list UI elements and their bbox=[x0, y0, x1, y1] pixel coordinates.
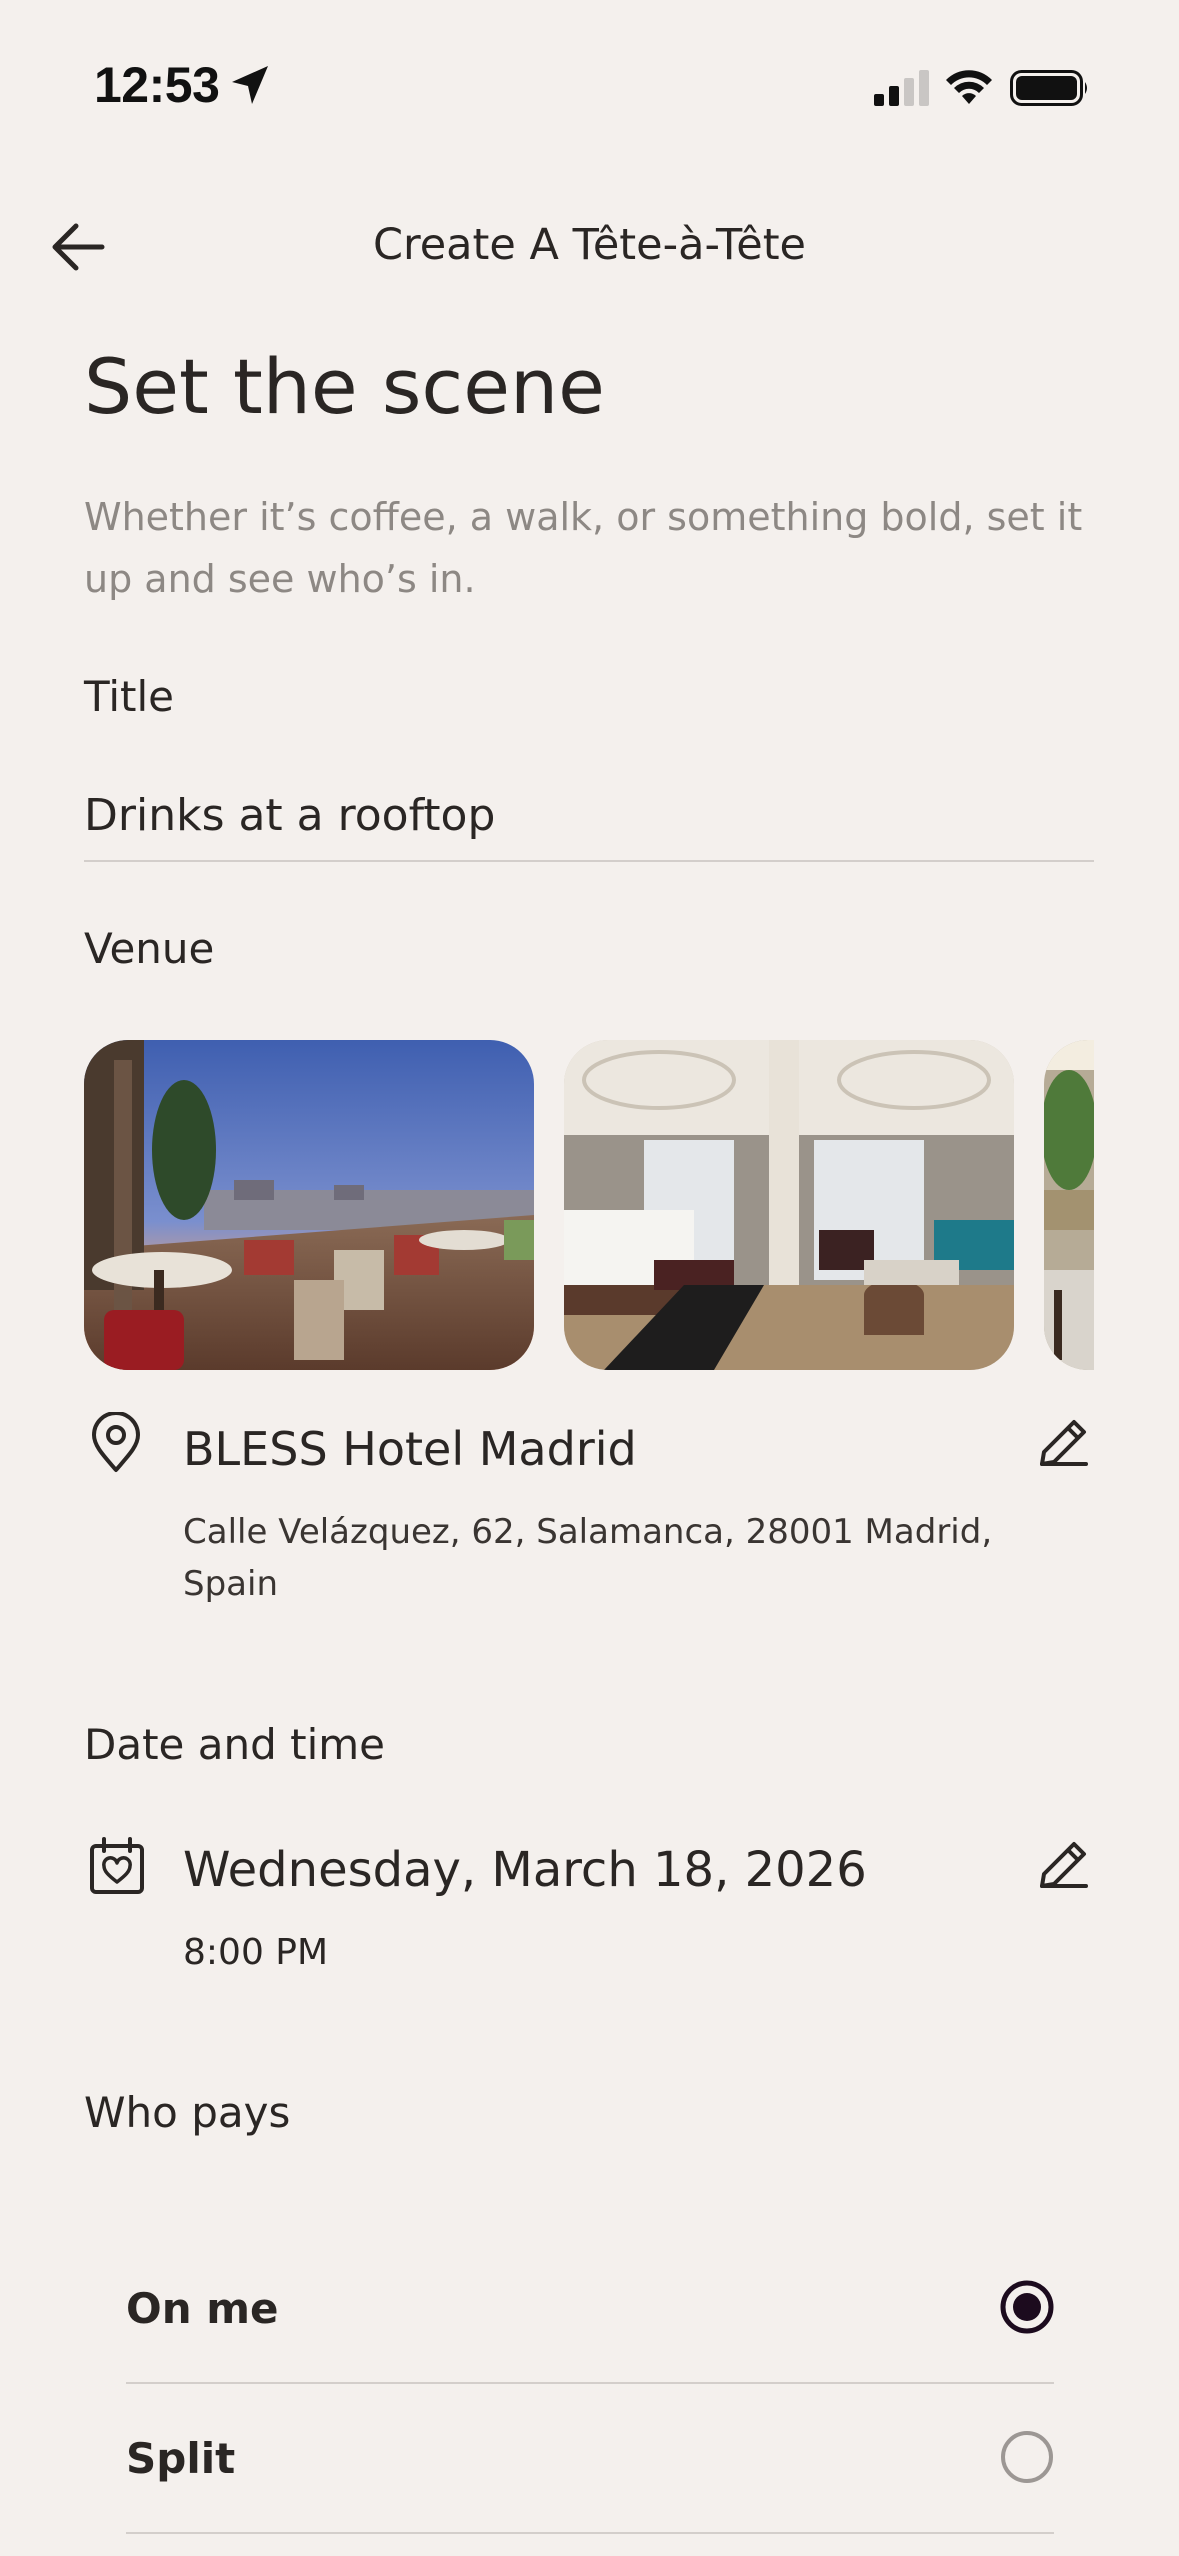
status-time: 12:53 bbox=[94, 57, 220, 113]
event-time: 8:00 PM bbox=[183, 1932, 329, 1973]
radio-selected-icon[interactable] bbox=[1000, 2280, 1054, 2334]
pay-option-label: Split bbox=[126, 2434, 236, 2483]
rooftop-terrace-photo[interactable] bbox=[84, 1040, 534, 1370]
title-input[interactable] bbox=[84, 770, 1094, 862]
hotel-room-photo[interactable] bbox=[564, 1040, 1014, 1370]
location-arrow-icon bbox=[232, 66, 268, 104]
restaurant-photo[interactable] bbox=[1044, 1040, 1094, 1370]
edit-venue-pencil-icon[interactable] bbox=[1034, 1414, 1092, 1472]
battery-icon bbox=[1010, 70, 1087, 106]
venue-photo-gallery[interactable] bbox=[84, 1040, 1094, 1370]
venue-label: Venue bbox=[84, 924, 215, 973]
venue-name: BLESS Hotel Madrid bbox=[183, 1422, 637, 1476]
wifi-icon bbox=[946, 70, 992, 104]
status-bar: 12:53 bbox=[0, 0, 1179, 175]
who-pays-label: Who pays bbox=[84, 2088, 291, 2137]
venue-address: Calle Velázquez, 62, Salamanca, 28001 Ma… bbox=[183, 1512, 993, 1604]
edit-date-pencil-icon[interactable] bbox=[1034, 1836, 1092, 1894]
pay-option-split[interactable]: Split bbox=[126, 2384, 1054, 2534]
page-subtitle: Whether it’s coffee, a walk, or somethin… bbox=[84, 495, 1083, 601]
page-title: Set the scene bbox=[84, 342, 605, 431]
date-time-label: Date and time bbox=[84, 1720, 385, 1769]
header-title: Create A Tête-à-Tête bbox=[372, 220, 807, 270]
map-pin-icon bbox=[92, 1412, 140, 1472]
event-date: Wednesday, March 18, 2026 bbox=[183, 1842, 867, 1898]
pay-option-label: On me bbox=[126, 2284, 279, 2333]
signal-icon bbox=[874, 70, 929, 106]
pay-option-on-me[interactable]: On me bbox=[126, 2234, 1054, 2384]
title-label: Title bbox=[84, 672, 175, 721]
calendar-heart-icon bbox=[90, 1837, 144, 1894]
radio-unselected-icon[interactable] bbox=[1000, 2430, 1054, 2484]
